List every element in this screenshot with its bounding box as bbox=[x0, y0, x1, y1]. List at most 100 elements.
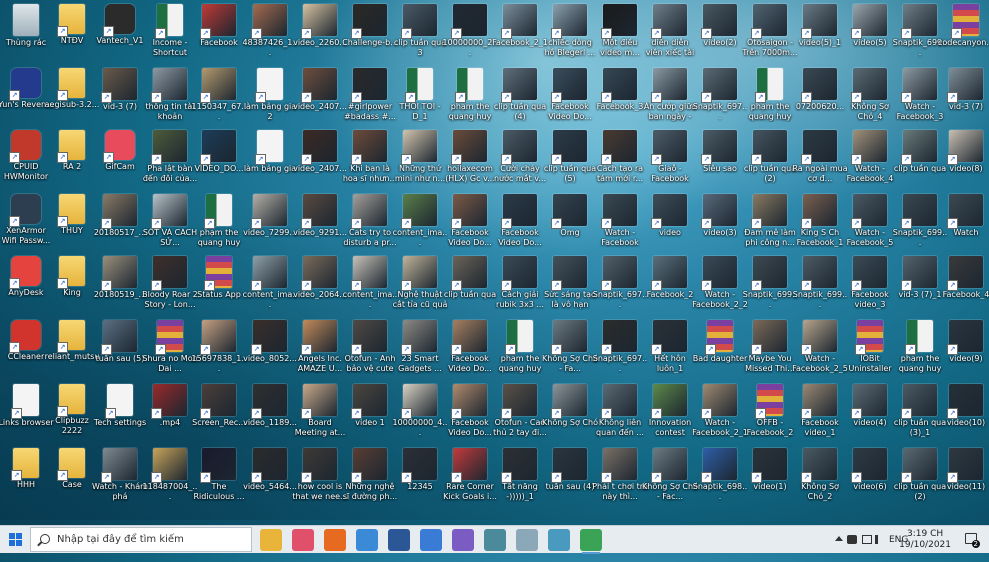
desktop-icon[interactable]: ↗ Cats try to disturb a pr... bbox=[342, 192, 398, 256]
desktop-icon[interactable]: ↗ tuần sau (5) bbox=[92, 318, 148, 382]
desktop-icon[interactable]: ↗ The Ridiculous ... bbox=[191, 446, 247, 510]
desktop-icon[interactable]: ↗ video(5) bbox=[842, 2, 898, 66]
desktop-icon[interactable]: ↗ Facebook video_3 bbox=[842, 254, 898, 318]
desktop-icon[interactable]: ↗ Watch - Facebook_4 bbox=[842, 128, 898, 192]
desktop-icon[interactable]: ↗ Snaptik_697... bbox=[592, 318, 648, 382]
desktop-icon[interactable]: ↗ Income - Shortcut bbox=[142, 2, 198, 66]
desktop-icon[interactable]: ↗ .mp4 bbox=[142, 382, 198, 446]
desktop-icon[interactable]: ↗ 12345 bbox=[392, 446, 448, 510]
desktop-icon[interactable]: ↗ GifCam bbox=[92, 128, 148, 192]
desktop-icon[interactable]: ↗ 1150347_67... bbox=[191, 66, 247, 130]
desktop-icon[interactable]: ↗ Tất năng -)))))_1 bbox=[492, 446, 548, 510]
show-hidden-icons-icon[interactable] bbox=[835, 536, 843, 541]
desktop-icon[interactable]: ↗ Status App bbox=[191, 254, 247, 318]
desktop-icon[interactable]: ↗ 20180519_... bbox=[92, 254, 148, 318]
desktop-icon[interactable]: ↗ Siêu sao bbox=[692, 128, 748, 192]
desktop-icon[interactable]: ↗phạm the quang huy (4) bbox=[742, 66, 798, 130]
desktop-icon[interactable]: ↗ Phải t chơi trò này thì... bbox=[592, 446, 648, 510]
camera-app-icon[interactable] bbox=[292, 529, 314, 551]
desktop-icon[interactable]: ↗ video_2064... bbox=[292, 254, 348, 318]
desktop-icon[interactable]: ↗ chiếc dòng hồ Blegerl ... bbox=[542, 2, 598, 66]
desktop-icon[interactable]: ↗ video_9291... bbox=[292, 192, 348, 256]
desktop-icon[interactable]: ↗ clip tuần qua (4) bbox=[492, 66, 548, 130]
desktop-icon[interactable]: ↗ video_7299... bbox=[242, 192, 298, 256]
desktop-icon[interactable]: ↗ Screen_Rec... bbox=[191, 382, 247, 446]
desktop-icon[interactable]: ↗ content_ima... bbox=[392, 192, 448, 256]
desktop-icon[interactable]: ↗ video(9) bbox=[938, 318, 989, 382]
desktop-icon[interactable]: ↗ video(11) bbox=[938, 446, 989, 510]
desktop-icon[interactable]: ↗ Facebook_2 bbox=[642, 254, 698, 318]
desktop-icon[interactable]: ↗ video_1189... bbox=[242, 382, 298, 446]
search-box[interactable]: Nhập tại đây để tìm kiếm bbox=[30, 527, 252, 552]
desktop-icon[interactable]: ↗ Facebook_2_1 bbox=[492, 2, 548, 66]
desktop-icon[interactable]: ↗ Facebook Video Do... bbox=[442, 318, 498, 382]
network-icon[interactable] bbox=[862, 535, 872, 544]
desktop-icon[interactable]: ↗ Watch - Facebook_2_1 bbox=[692, 382, 748, 446]
desktop-icon[interactable]: ↗ video(5)_1 bbox=[792, 2, 848, 66]
desktop-icon[interactable]: ↗ làm bảng gia 2 bbox=[242, 66, 298, 130]
desktop-icon[interactable]: ↗ Snaptik_697... bbox=[692, 66, 748, 130]
desktop-icon[interactable]: ↗ video(3) bbox=[692, 192, 748, 256]
desktop-icon[interactable]: ↗ OFFB - Facebook_2 bbox=[742, 382, 798, 446]
desktop-icon[interactable]: ↗ vid-3 (7) bbox=[92, 66, 148, 130]
desktop-icon[interactable]: ↗ Watch - Facebook bbox=[592, 192, 648, 256]
desktop-icon[interactable]: ↗ Watch - Facebook_2_2 bbox=[692, 254, 748, 318]
desktop-icon[interactable]: ↗ clip tuần qua (2) bbox=[742, 128, 798, 192]
desktop-icon[interactable]: ↗ Không Sợ Chó_2 bbox=[792, 446, 848, 510]
desktop-icon[interactable]: ↗ video_2407... bbox=[292, 66, 348, 130]
desktop-icon[interactable]: ↗phạm the quang huy (2) bbox=[442, 66, 498, 130]
desktop-icon[interactable]: ↗ Snaptik_699... bbox=[742, 254, 798, 318]
photos-icon[interactable] bbox=[452, 529, 474, 551]
desktop-icon[interactable]: ↗ Facebook_4 bbox=[938, 254, 989, 318]
desktop-icon[interactable]: ↗ Facebook_3 bbox=[592, 66, 648, 130]
green-app-icon[interactable] bbox=[580, 529, 602, 554]
desktop-icon[interactable]: ↗ IOBit Uninstaller bbox=[842, 318, 898, 382]
desktop-icon[interactable]: ↗ Watch - Facebook_5 bbox=[842, 192, 898, 256]
desktop-icon[interactable]: ↗ Tech settings bbox=[92, 382, 148, 446]
desktop-icon[interactable]: ↗ Challenge-b... bbox=[342, 2, 398, 66]
desktop-icon[interactable]: ↗ video(2) bbox=[692, 2, 748, 66]
notification-center-icon[interactable]: 2 bbox=[965, 533, 980, 548]
store-icon[interactable] bbox=[420, 529, 442, 551]
desktop-icon[interactable]: ↗ Hết hôn luôn_1 bbox=[642, 318, 698, 382]
desktop-icon[interactable]: ↗ Watch - Khám phá bbox=[92, 446, 148, 510]
desktop-icon[interactable]: ↗ 23 Smart Gadgets ... bbox=[392, 318, 448, 382]
desktop-icon[interactable]: ↗phạm the quang huy (3) bbox=[492, 318, 548, 382]
desktop-icon[interactable]: ↗ video bbox=[642, 192, 698, 256]
desktop-icon[interactable]: ↗ Cách giải rubik 3x3 ... bbox=[492, 254, 548, 318]
desktop-icon[interactable]: ↗ Không liên quan đến ... bbox=[592, 382, 648, 446]
desktop-icon[interactable]: ↗ Watch - Facebook_2_5 bbox=[792, 318, 848, 382]
desktop-icon[interactable]: ↗ how cool is that we nee... bbox=[292, 446, 348, 510]
desktop-icon[interactable]: ↗ thông tin tài khoản bbox=[142, 66, 198, 130]
desktop-icon[interactable]: ↗ Không Sợ Chó_4 bbox=[842, 66, 898, 130]
desktop-icon[interactable]: ↗ Pha lật bàn đến đôi của... bbox=[142, 128, 198, 192]
desktop-icon[interactable]: ↗ Giaỗ - Facebook bbox=[642, 128, 698, 192]
desktop-icon[interactable]: ↗ video_2407... bbox=[292, 128, 348, 192]
desktop-icon[interactable]: ↗ Những thứ mini như n... bbox=[392, 128, 448, 192]
desktop-icon[interactable]: ↗ video_8052... bbox=[242, 318, 298, 382]
desktop-icon[interactable]: ↗ Nghệ thuật cắt tỉa cũ quả bbox=[392, 254, 448, 318]
desktop-icon[interactable]: ↗ Facebook Video Do... bbox=[492, 192, 548, 256]
desktop-icon[interactable]: ↗ Không Sợ Chó - Fac... bbox=[642, 446, 698, 510]
desktop-icon[interactable]: ↗ Những nghệ sĩ đường ph... bbox=[342, 446, 398, 510]
desktop-icon[interactable]: ↗ video(4) bbox=[842, 382, 898, 446]
desktop-icon[interactable]: ↗ Facebook video_1 bbox=[792, 382, 848, 446]
volume-icon[interactable] bbox=[875, 535, 885, 544]
desktop-icon[interactable]: ↗ video(6) bbox=[842, 446, 898, 510]
remote-app-icon[interactable] bbox=[548, 529, 570, 551]
desktop-icon[interactable]: ↗ Otofun - Cao thủ 2 tay đi... bbox=[492, 382, 548, 446]
start-button[interactable] bbox=[0, 526, 30, 553]
desktop-icon[interactable]: ↗ hoilaxecom (HLX) Gc v... bbox=[442, 128, 498, 192]
desktop-icon[interactable]: ↗ video_2260... bbox=[292, 2, 348, 66]
desktop-icon[interactable]: ↗ Snaptik_699... bbox=[792, 254, 848, 318]
desktop-icon[interactable]: ↗ clip tuần qua bbox=[442, 254, 498, 318]
desktop-icon[interactable]: ↗ Omg bbox=[542, 192, 598, 256]
firefox-icon[interactable] bbox=[324, 529, 346, 551]
desktop-icon[interactable]: ↗ Innovation contest bbox=[642, 382, 698, 446]
desktop-icon[interactable]: ↗ Watch bbox=[938, 192, 989, 256]
desktop-icon[interactable]: ↗ Angels Inc. AMAZE U... bbox=[292, 318, 348, 382]
desktop-icon[interactable]: ↗ Không Sợ Chó bbox=[542, 382, 598, 446]
desktop-icon[interactable]: ↗ Shura no Mon Dai ... bbox=[142, 318, 198, 382]
desktop-icon[interactable]: ↗ Facebook Video Do... bbox=[442, 382, 498, 446]
desktop-icon[interactable]: ↗Otofun - Anh bảo vệ cute ... bbox=[342, 318, 398, 382]
